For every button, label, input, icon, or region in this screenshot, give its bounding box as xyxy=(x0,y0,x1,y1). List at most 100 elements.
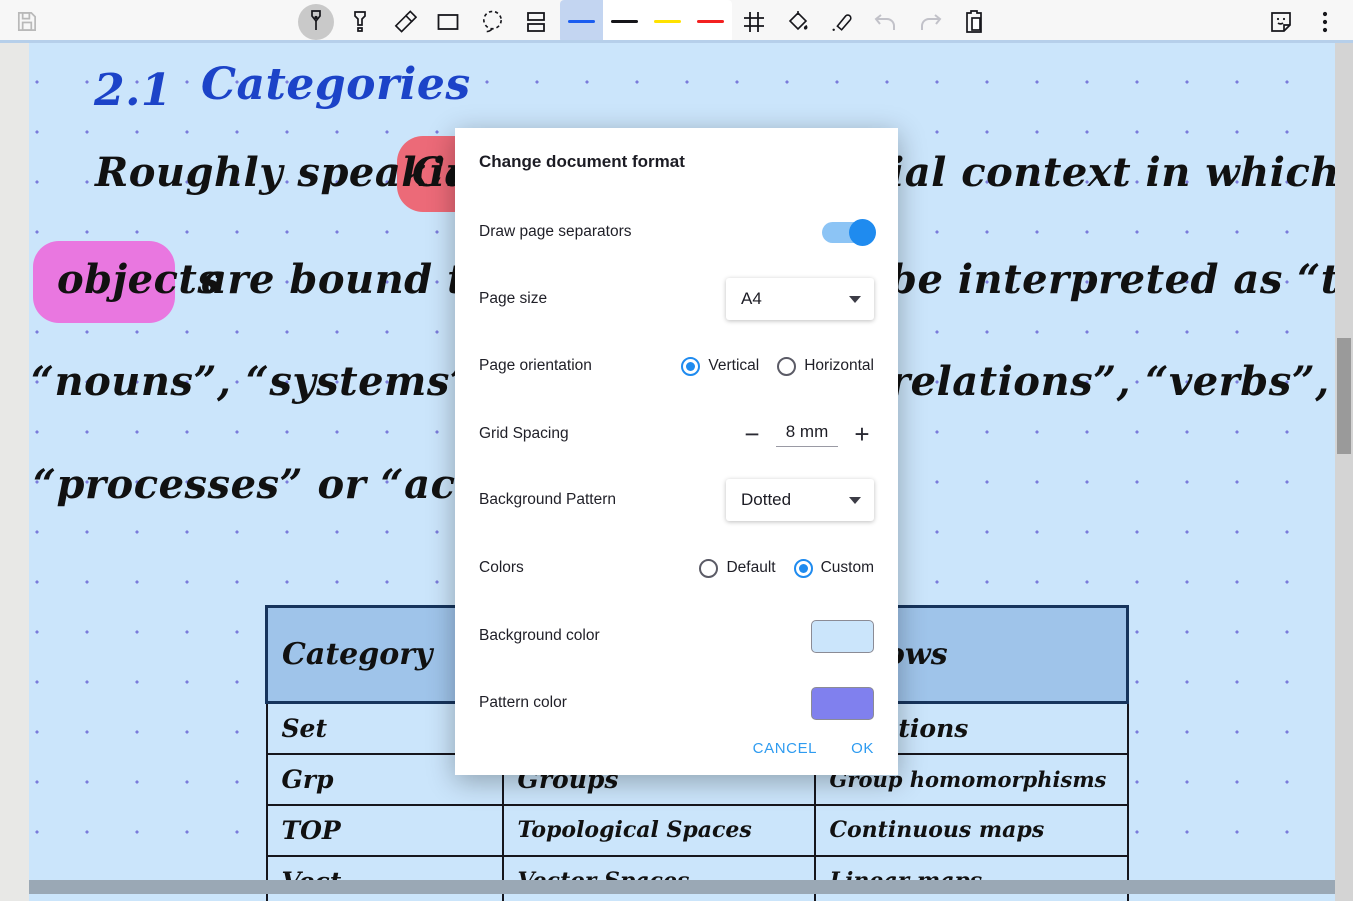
note-line-3b: relations”, “verbs”, xyxy=(889,358,1330,405)
colors-radio-group: Default Custom xyxy=(699,558,874,578)
color-line-yellow xyxy=(654,20,681,23)
lasso-select-button[interactable] xyxy=(470,0,514,43)
change-document-format-dialog: Change document format Draw page separat… xyxy=(455,128,898,775)
radio-default-icon xyxy=(699,558,719,578)
label-page-separators: Draw page separators xyxy=(479,223,632,240)
table-cell: Topological Spaces xyxy=(501,803,816,857)
label-page-size: Page size xyxy=(479,290,548,307)
row-page-separators: Draw page separators xyxy=(479,201,876,263)
stroke-width-icon xyxy=(830,9,854,34)
radio-custom-label: Custom xyxy=(820,559,874,576)
background-color-swatch[interactable] xyxy=(811,619,874,653)
vertical-scrollbar[interactable] xyxy=(1335,43,1353,901)
grid-icon xyxy=(742,10,766,34)
note-heading-title: Categories xyxy=(201,59,471,110)
label-colors: Colors xyxy=(479,559,524,576)
radio-default-label: Default xyxy=(726,559,776,576)
toggle-knob xyxy=(849,218,876,246)
insert-space-button[interactable] xyxy=(514,0,558,43)
row-page-orientation: Page orientation Vertical Horizontal xyxy=(479,335,874,397)
table-cell: Continuous maps xyxy=(813,803,1129,857)
fill-bucket-icon xyxy=(786,9,810,34)
ok-button[interactable]: OK xyxy=(851,740,874,757)
label-background-color: Background color xyxy=(479,627,600,644)
eraser-icon xyxy=(392,9,417,34)
chevron-down-icon xyxy=(849,496,861,504)
stroke-width-button[interactable] xyxy=(820,0,864,43)
row-grid-spacing: Grid Spacing − 8 mm + xyxy=(479,403,874,465)
overflow-menu-button[interactable] xyxy=(1303,0,1347,43)
highlighter-icon xyxy=(348,9,372,35)
table-row: Vect Vector Spaces Linear maps xyxy=(265,854,1129,901)
lasso-icon xyxy=(480,9,505,35)
radio-option-default[interactable]: Default xyxy=(699,558,776,578)
label-background-pattern: Background Pattern xyxy=(479,491,617,508)
row-background-color: Background color xyxy=(479,605,874,667)
dialog-title: Change document format xyxy=(479,152,685,171)
page-size-select[interactable]: A4 xyxy=(726,278,874,320)
color-swatch-black[interactable] xyxy=(603,0,646,43)
radio-option-horizontal[interactable]: Horizontal xyxy=(777,356,874,376)
sticker-button[interactable] xyxy=(1259,0,1303,43)
radio-vertical-label: Vertical xyxy=(708,357,760,374)
redo-button[interactable] xyxy=(908,0,952,43)
color-line-blue xyxy=(568,20,595,23)
table-cell: Vector Spaces xyxy=(501,854,816,901)
dialog-actions: CANCEL OK xyxy=(753,740,874,757)
grid-spacing-increment-button[interactable]: + xyxy=(850,421,874,447)
undo-button[interactable] xyxy=(864,0,908,43)
page-separator-band xyxy=(29,880,1335,894)
color-palette xyxy=(560,0,732,43)
color-swatch-blue[interactable] xyxy=(560,0,603,43)
label-pattern-color: Pattern color xyxy=(479,694,567,711)
radio-custom-icon xyxy=(793,558,813,578)
shape-tool-button[interactable] xyxy=(426,0,470,43)
pattern-color-swatch[interactable] xyxy=(811,686,874,720)
page-separators-control xyxy=(822,218,876,246)
page-size-value: A4 xyxy=(741,289,762,308)
background-pattern-select[interactable]: Dotted xyxy=(726,479,874,521)
grid-spacing-stepper: − 8 mm + xyxy=(740,421,874,447)
pen-icon xyxy=(304,9,328,35)
fill-button[interactable] xyxy=(776,0,820,43)
radio-vertical-icon xyxy=(681,356,701,376)
radio-option-custom[interactable]: Custom xyxy=(793,558,874,578)
row-pattern-color: Pattern color xyxy=(479,672,874,734)
save-icon xyxy=(15,10,38,33)
table-cell: Vect xyxy=(265,854,504,901)
color-line-red xyxy=(697,20,724,23)
table-cell: Linear maps xyxy=(813,854,1129,901)
grid-button[interactable] xyxy=(732,0,776,43)
eraser-tool-button[interactable] xyxy=(382,0,426,43)
pen-tool-button[interactable] xyxy=(294,0,338,43)
main-toolbar xyxy=(0,0,1353,43)
insert-space-icon xyxy=(525,10,547,34)
highlighter-tool-button[interactable] xyxy=(338,0,382,43)
page-orientation-radio-group: Vertical Horizontal xyxy=(681,356,874,376)
background-pattern-value: Dotted xyxy=(741,490,792,509)
grid-spacing-value[interactable]: 8 mm xyxy=(776,422,838,447)
cancel-button[interactable]: CANCEL xyxy=(753,740,817,757)
paste-button[interactable] xyxy=(952,0,996,43)
rectangle-icon xyxy=(436,11,460,33)
chevron-down-icon xyxy=(849,295,861,303)
grid-spacing-decrement-button[interactable]: − xyxy=(740,421,764,447)
row-page-size: Page size A4 xyxy=(479,268,874,330)
row-background-pattern: Background Pattern Dotted xyxy=(479,469,874,531)
color-swatch-yellow[interactable] xyxy=(646,0,689,43)
save-button[interactable] xyxy=(4,0,48,43)
overflow-menu-icon xyxy=(1322,10,1328,34)
scrollbar-thumb[interactable] xyxy=(1337,338,1351,454)
page-separators-toggle[interactable] xyxy=(822,218,876,246)
radio-horizontal-icon xyxy=(777,356,797,376)
undo-icon xyxy=(873,10,899,34)
note-line-2a: objects xyxy=(57,256,221,303)
paste-icon xyxy=(963,9,985,34)
row-colors: Colors Default Custom xyxy=(479,537,874,599)
redo-icon xyxy=(917,10,943,34)
radio-option-vertical[interactable]: Vertical xyxy=(681,356,760,376)
note-heading-number: 2.1 xyxy=(94,65,173,116)
color-swatch-red[interactable] xyxy=(689,0,732,43)
color-line-black xyxy=(611,20,638,23)
label-grid-spacing: Grid Spacing xyxy=(479,425,569,442)
